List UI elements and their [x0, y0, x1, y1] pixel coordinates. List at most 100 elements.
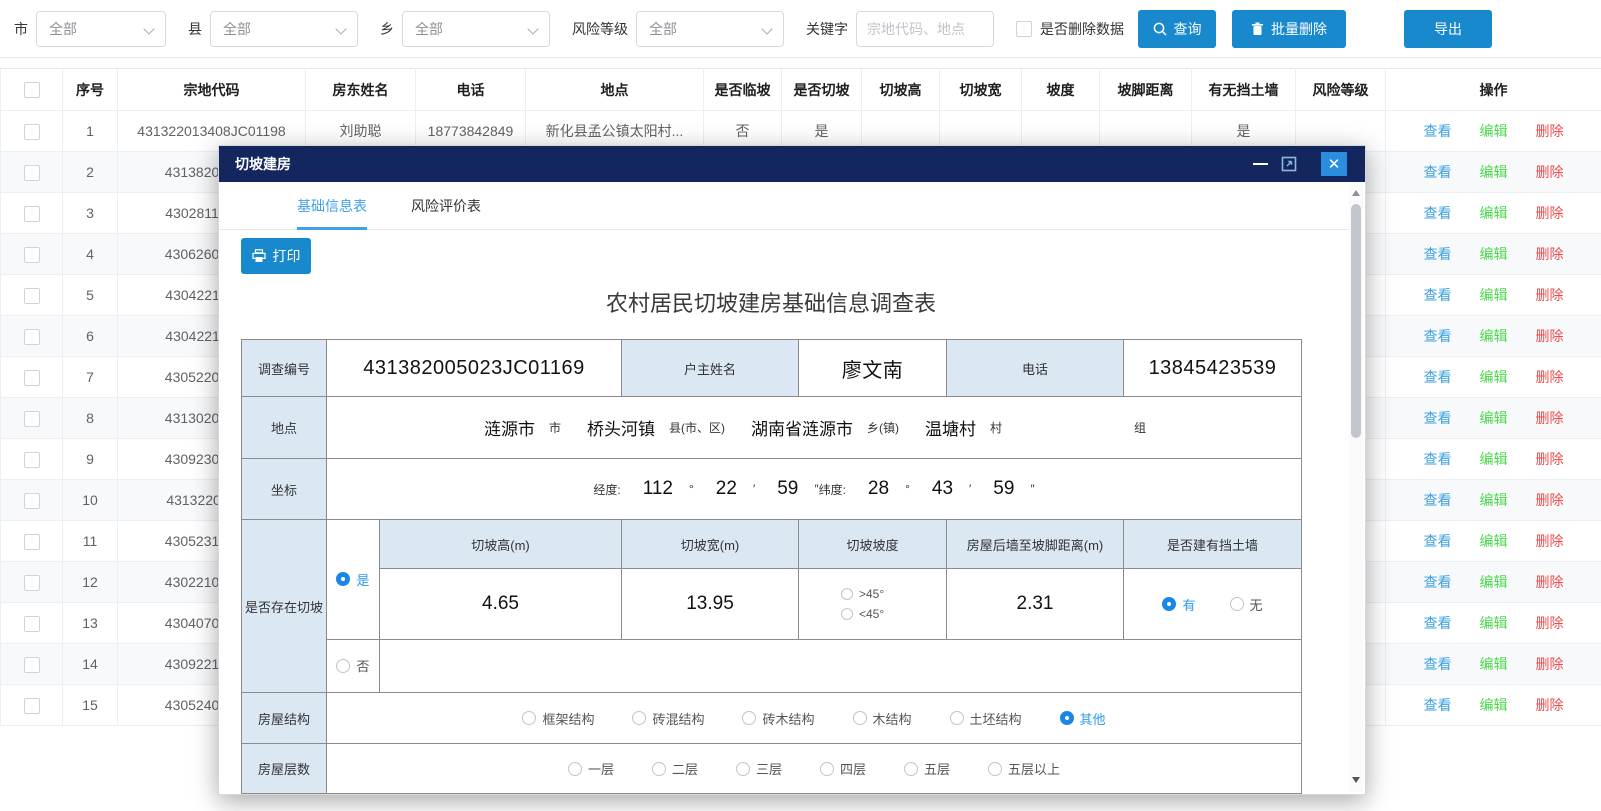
- edit-link[interactable]: 编辑: [1480, 328, 1508, 344]
- delete-link[interactable]: 删除: [1536, 615, 1564, 631]
- radio-option[interactable]: 五层以上: [988, 759, 1060, 778]
- row-checkbox[interactable]: [24, 452, 40, 468]
- print-button[interactable]: 打印: [241, 238, 311, 274]
- delete-link[interactable]: 删除: [1536, 205, 1564, 221]
- close-icon[interactable]: ✕: [1321, 152, 1347, 176]
- radio-option[interactable]: 砖木结构: [742, 709, 814, 728]
- view-link[interactable]: 查看: [1424, 287, 1452, 303]
- delete-link[interactable]: 删除: [1536, 492, 1564, 508]
- row-checkbox[interactable]: [24, 206, 40, 222]
- radio-option[interactable]: 五层: [904, 759, 950, 778]
- tab-risk-evaluation[interactable]: 风险评价表: [411, 182, 481, 229]
- radio-option[interactable]: <45°: [841, 607, 884, 621]
- row-checkbox[interactable]: [24, 288, 40, 304]
- minimize-icon[interactable]: [1253, 163, 1268, 165]
- scroll-down-arrow-icon[interactable]: [1349, 772, 1363, 788]
- view-link[interactable]: 查看: [1424, 533, 1452, 549]
- view-link[interactable]: 查看: [1424, 123, 1452, 139]
- view-link[interactable]: 查看: [1424, 164, 1452, 180]
- radio-option[interactable]: 土坯结构: [950, 709, 1022, 728]
- edit-link[interactable]: 编辑: [1480, 615, 1508, 631]
- row-checkbox[interactable]: [24, 616, 40, 632]
- row-checkbox[interactable]: [24, 370, 40, 386]
- row-checkbox[interactable]: [24, 411, 40, 427]
- row-checkbox[interactable]: [24, 534, 40, 550]
- radio-option[interactable]: 二层: [652, 759, 698, 778]
- row-checkbox[interactable]: [24, 165, 40, 181]
- radio-option[interactable]: 砖混结构: [632, 709, 704, 728]
- maximize-icon[interactable]: [1281, 156, 1297, 172]
- batch-delete-button[interactable]: 批量删除: [1232, 10, 1346, 48]
- city-select[interactable]: 全部: [36, 11, 166, 47]
- view-link[interactable]: 查看: [1424, 697, 1452, 713]
- view-link[interactable]: 查看: [1424, 451, 1452, 467]
- delete-link[interactable]: 删除: [1536, 533, 1564, 549]
- delete-link[interactable]: 删除: [1536, 451, 1564, 467]
- delete-link[interactable]: 删除: [1536, 287, 1564, 303]
- deleted-data-checkbox[interactable]: [1016, 21, 1032, 37]
- cut-exists-no-radio[interactable]: 否: [336, 656, 369, 675]
- keyword-input[interactable]: [856, 11, 994, 47]
- view-link[interactable]: 查看: [1424, 410, 1452, 426]
- query-button[interactable]: 查询: [1138, 10, 1216, 48]
- radio-option[interactable]: 三层: [736, 759, 782, 778]
- radio-option[interactable]: 框架结构: [522, 709, 594, 728]
- cut-exists-yes-radio[interactable]: 是: [336, 570, 369, 589]
- view-link[interactable]: 查看: [1424, 369, 1452, 385]
- scrollbar-thumb[interactable]: [1351, 204, 1361, 438]
- delete-link[interactable]: 删除: [1536, 369, 1564, 385]
- export-button[interactable]: 导出: [1404, 10, 1492, 48]
- radio-label: >45°: [859, 587, 884, 601]
- delete-link[interactable]: 删除: [1536, 328, 1564, 344]
- row-checkbox[interactable]: [24, 657, 40, 673]
- radio-option[interactable]: 木结构: [853, 709, 912, 728]
- edit-link[interactable]: 编辑: [1480, 205, 1508, 221]
- row-checkbox[interactable]: [24, 329, 40, 345]
- edit-link[interactable]: 编辑: [1480, 574, 1508, 590]
- edit-link[interactable]: 编辑: [1480, 164, 1508, 180]
- delete-link[interactable]: 删除: [1536, 123, 1564, 139]
- view-link[interactable]: 查看: [1424, 205, 1452, 221]
- modal-scrollbar[interactable]: [1349, 183, 1363, 792]
- edit-link[interactable]: 编辑: [1480, 451, 1508, 467]
- delete-link[interactable]: 删除: [1536, 164, 1564, 180]
- delete-link[interactable]: 删除: [1536, 574, 1564, 590]
- radio-option[interactable]: 其他: [1060, 709, 1106, 728]
- township-select[interactable]: 全部: [402, 11, 550, 47]
- delete-link[interactable]: 删除: [1536, 410, 1564, 426]
- column-header-6: 是否切坡: [782, 69, 862, 111]
- edit-link[interactable]: 编辑: [1480, 410, 1508, 426]
- view-link[interactable]: 查看: [1424, 656, 1452, 672]
- view-link[interactable]: 查看: [1424, 615, 1452, 631]
- delete-link[interactable]: 删除: [1536, 246, 1564, 262]
- row-checkbox[interactable]: [24, 493, 40, 509]
- scroll-up-arrow-icon[interactable]: [1349, 185, 1363, 201]
- row-checkbox[interactable]: [24, 698, 40, 714]
- radio-option[interactable]: 四层: [820, 759, 866, 778]
- radio-option[interactable]: >45°: [841, 587, 884, 601]
- delete-link[interactable]: 删除: [1536, 656, 1564, 672]
- row-checkbox[interactable]: [24, 575, 40, 591]
- edit-link[interactable]: 编辑: [1480, 369, 1508, 385]
- view-link[interactable]: 查看: [1424, 574, 1452, 590]
- select-all-checkbox[interactable]: [24, 82, 40, 98]
- county-select[interactable]: 全部: [210, 11, 358, 47]
- view-link[interactable]: 查看: [1424, 246, 1452, 262]
- radio-option[interactable]: 有: [1162, 595, 1195, 614]
- risk-level-select[interactable]: 全部: [636, 11, 784, 47]
- edit-link[interactable]: 编辑: [1480, 287, 1508, 303]
- view-link[interactable]: 查看: [1424, 328, 1452, 344]
- row-checkbox[interactable]: [24, 247, 40, 263]
- edit-link[interactable]: 编辑: [1480, 492, 1508, 508]
- edit-link[interactable]: 编辑: [1480, 533, 1508, 549]
- delete-link[interactable]: 删除: [1536, 697, 1564, 713]
- edit-link[interactable]: 编辑: [1480, 123, 1508, 139]
- radio-option[interactable]: 无: [1230, 595, 1263, 614]
- edit-link[interactable]: 编辑: [1480, 697, 1508, 713]
- edit-link[interactable]: 编辑: [1480, 246, 1508, 262]
- radio-option[interactable]: 一层: [568, 759, 614, 778]
- view-link[interactable]: 查看: [1424, 492, 1452, 508]
- row-checkbox[interactable]: [24, 124, 40, 140]
- edit-link[interactable]: 编辑: [1480, 656, 1508, 672]
- tab-basic-info[interactable]: 基础信息表: [297, 182, 367, 229]
